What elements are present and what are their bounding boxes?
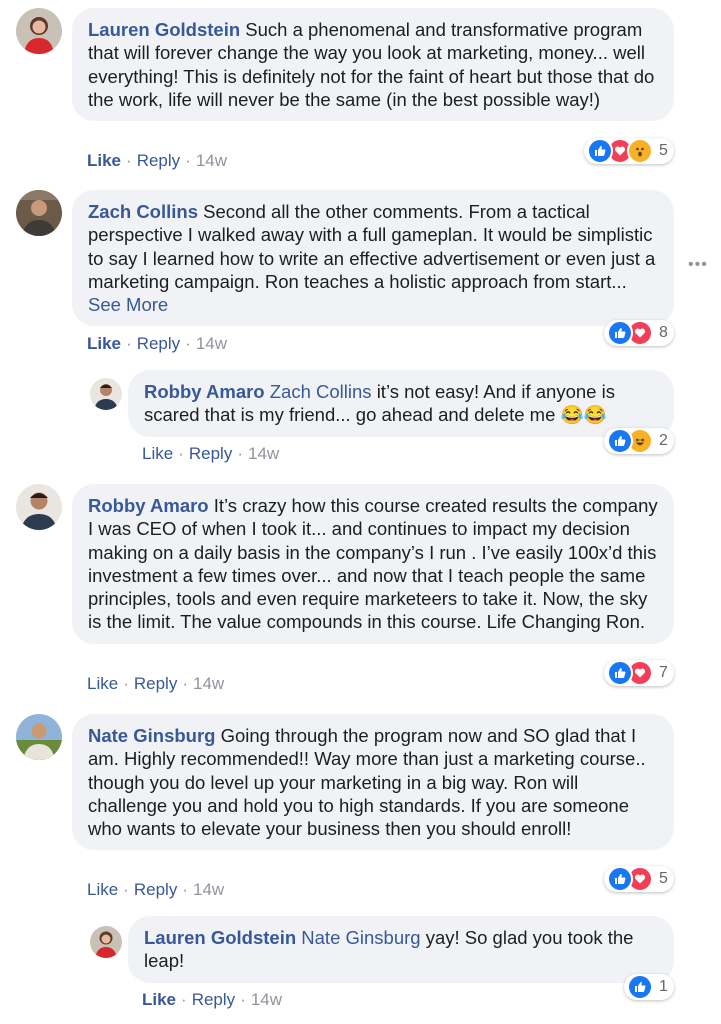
comment-bubble: Robby Amaro Zach Collins it’s not easy! … [128, 370, 674, 437]
mention-link[interactable]: Nate Ginsburg [301, 927, 420, 948]
avatar[interactable] [16, 190, 62, 236]
like-button[interactable]: Like [87, 334, 121, 353]
like-button[interactable]: Like [87, 880, 118, 899]
comment-author[interactable]: Robby Amaro [88, 495, 209, 516]
comment-actions: Like · Reply · 14w [87, 334, 227, 354]
comment-actions: Like · Reply · 14w [142, 444, 279, 464]
reply-button[interactable]: Reply [189, 444, 232, 463]
comment-author[interactable]: Robby Amaro [144, 381, 265, 402]
avatar[interactable] [90, 926, 122, 958]
separator: · [126, 151, 132, 170]
timestamp[interactable]: 14w [196, 334, 227, 353]
comment-author[interactable]: Zach Collins [88, 201, 198, 222]
wow-icon [627, 138, 653, 164]
reaction-summary[interactable]: 2 [604, 428, 674, 454]
like-icon [607, 320, 633, 346]
like-icon [587, 138, 613, 164]
reaction-count: 2 [659, 432, 668, 449]
comment-bubble: Lauren Goldstein Nate Ginsburg yay! So g… [128, 916, 674, 983]
like-icon [627, 974, 653, 1000]
comment-author[interactable]: Nate Ginsburg [88, 725, 215, 746]
comment-bubble: Nate Ginsburg Going through the program … [72, 714, 674, 851]
separator: · [126, 334, 132, 353]
see-more-link[interactable]: See More [88, 294, 168, 315]
separator: · [237, 444, 243, 463]
reaction-count: 1 [659, 978, 668, 995]
like-icon [607, 428, 633, 454]
like-button[interactable]: Like [142, 990, 176, 1009]
like-button[interactable]: Like [87, 674, 118, 693]
separator: · [181, 990, 187, 1009]
avatar[interactable] [16, 8, 62, 54]
separator: · [123, 880, 129, 899]
reaction-summary[interactable]: 7 [604, 660, 674, 686]
comment-bubble: Zach Collins Second all the other commen… [72, 190, 674, 327]
reaction-count: 7 [659, 664, 668, 681]
reply-button[interactable]: Reply [134, 674, 177, 693]
avatar[interactable] [90, 378, 122, 410]
reply-button[interactable]: Reply [134, 880, 177, 899]
timestamp[interactable]: 14w [248, 444, 279, 463]
more-horizontal-icon[interactable]: ••• [688, 256, 708, 274]
like-icon [607, 660, 633, 686]
timestamp[interactable]: 14w [193, 880, 224, 899]
like-button[interactable]: Like [142, 444, 173, 463]
like-icon [607, 866, 633, 892]
comment-bubble: Lauren Goldstein Such a phenomenal and t… [72, 8, 674, 122]
comment-author[interactable]: Lauren Goldstein [144, 927, 296, 948]
timestamp[interactable]: 14w [251, 990, 282, 1009]
separator: · [178, 444, 184, 463]
separator: · [123, 674, 129, 693]
comment-bubble: Robby Amaro It’s crazy how this course c… [72, 484, 674, 644]
reaction-count: 5 [659, 142, 668, 159]
like-button[interactable]: Like [87, 151, 121, 170]
timestamp[interactable]: 14w [193, 674, 224, 693]
mention-link[interactable]: Zach Collins [270, 381, 372, 402]
reaction-summary[interactable]: 8 [604, 320, 674, 346]
separator: · [182, 674, 188, 693]
reaction-summary[interactable]: 1 [624, 974, 674, 1000]
reply-button[interactable]: Reply [137, 334, 180, 353]
avatar[interactable] [16, 714, 62, 760]
timestamp[interactable]: 14w [196, 151, 227, 170]
reaction-summary[interactable]: 5 [604, 866, 674, 892]
comment-actions: Like · Reply · 14w [87, 674, 224, 694]
comment-author[interactable]: Lauren Goldstein [88, 19, 240, 40]
reply-button[interactable]: Reply [137, 151, 180, 170]
reaction-summary[interactable]: 5 [584, 138, 674, 164]
comment-actions: Like · Reply · 14w [87, 151, 227, 171]
reaction-count: 8 [659, 324, 668, 341]
separator: · [182, 880, 188, 899]
comment-actions: Like · Reply · 14w [142, 990, 282, 1010]
separator: · [240, 990, 246, 1009]
reply-button[interactable]: Reply [192, 990, 235, 1009]
separator: · [185, 151, 191, 170]
avatar[interactable] [16, 484, 62, 530]
comment-actions: Like · Reply · 14w [87, 880, 224, 900]
reaction-count: 5 [659, 870, 668, 887]
separator: · [185, 334, 191, 353]
